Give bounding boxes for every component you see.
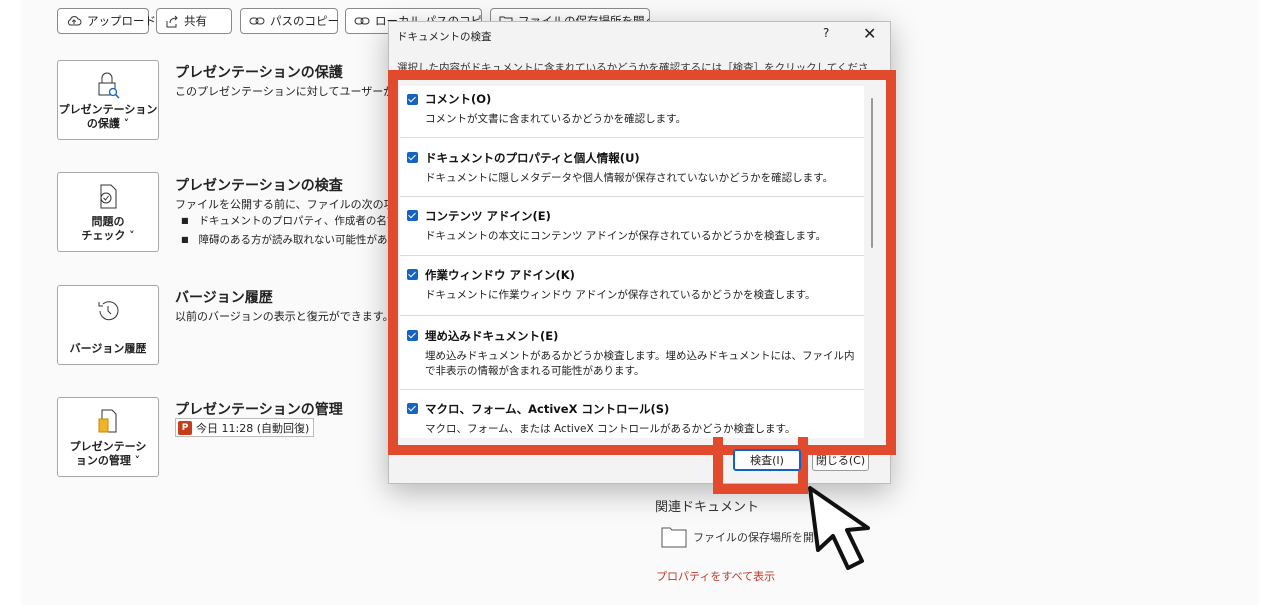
protect-presentation-button[interactable]: プレゼンテーション の保護 ˅	[57, 60, 159, 140]
share-icon	[166, 15, 178, 27]
list-scrollbar[interactable]	[871, 98, 873, 248]
protect-desc: このプレゼンテーションに対してユーザーが行える変更の種類を管理します。	[175, 85, 388, 98]
inspect-button[interactable]: 検査(I)	[733, 449, 801, 471]
list-item[interactable]: 作業ウィンドウ アドイン(K) ドキュメントに作業ウィンドウ アドインが保存され…	[400, 256, 864, 316]
upload-button[interactable]: アップロード	[57, 8, 156, 34]
list-item[interactable]: コンテンツ アドイン(E) ドキュメントの本文にコンテンツ アドインが保存されて…	[400, 197, 864, 256]
versions-desc: 以前のバージョンの表示と復元ができます。	[175, 310, 388, 323]
list-item[interactable]: ドキュメントのプロパティと個人情報(U) ドキュメントに隠しメタデータや個人情報…	[400, 138, 864, 197]
item-desc: ドキュメントに隠しメタデータや個人情報が保存されていないかどうかを確認します。	[425, 172, 834, 184]
close-icon[interactable]: ✕	[863, 24, 876, 43]
dialog-title: ドキュメントの検査	[397, 31, 492, 43]
inspect-bullet-2: 障碍のある方が読み取れない可能性がある内容	[181, 232, 388, 247]
item-desc: ドキュメントに作業ウィンドウ アドインが保存されているかどうかを検査します。	[425, 289, 816, 301]
close-dialog-button[interactable]: 閉じる(C)	[812, 449, 869, 471]
manage-presentation-label: プレゼンテーシ ョンの管理 ˅	[69, 440, 147, 467]
item-title: ドキュメントのプロパティと個人情報(U)	[425, 151, 640, 165]
manage-title: プレゼンテーションの管理	[175, 402, 343, 418]
version-history-label: バージョン履歴	[69, 342, 147, 355]
powerpoint-file-icon: P	[178, 420, 192, 435]
inspection-list[interactable]: コメント(O) コメントが文書に含まれているかどうかを確認します。 ドキュメント…	[400, 86, 864, 438]
help-button[interactable]: ?	[823, 26, 829, 40]
comments-checkbox[interactable]	[407, 94, 418, 105]
inspect-bullet-1: ドキュメントのプロパティ、作成者の名前	[181, 213, 388, 228]
protect-button-label: プレゼンテーション の保護 ˅	[58, 103, 158, 130]
share-button[interactable]: 共有	[156, 8, 232, 34]
link-icon	[354, 17, 370, 25]
list-item[interactable]: コメント(O) コメントが文書に含まれているかどうかを確認します。	[400, 86, 864, 138]
item-title: 埋め込みドキュメント(E)	[425, 329, 559, 343]
pointer-cursor-icon	[808, 486, 870, 570]
manage-presentation-button[interactable]: プレゼンテーシ ョンの管理 ˅	[57, 397, 159, 477]
dialog-intro: 選択した内容がドキュメントに含まれているかどうかを確認するには［検査］をクリック…	[397, 62, 867, 74]
properties-checkbox[interactable]	[407, 152, 418, 163]
item-desc: ドキュメントの本文にコンテンツ アドインが保存されているかどうかを検査します。	[425, 230, 826, 242]
upload-label: アップロード	[87, 14, 156, 28]
item-desc: マクロ、フォーム、または ActiveX コントロールがあるかどうか検査します。	[425, 423, 796, 435]
share-label: 共有	[184, 14, 207, 28]
document-manage-icon	[98, 409, 117, 433]
taskpane-addins-checkbox[interactable]	[407, 269, 418, 280]
list-item[interactable]: マクロ、フォーム、ActiveX コントロール(S) マクロ、フォーム、または …	[400, 390, 864, 438]
lock-search-icon	[98, 72, 120, 99]
check-issues-label: 問題の チェック ˅	[81, 215, 135, 242]
link-icon	[249, 17, 265, 25]
item-title: マクロ、フォーム、ActiveX コントロール(S)	[425, 402, 670, 416]
document-check-icon	[100, 184, 117, 209]
version-history-button[interactable]: バージョン履歴	[57, 285, 159, 365]
list-item[interactable]: 埋め込みドキュメント(E) 埋め込みドキュメントがあるかどうか検査します。埋め込…	[400, 316, 864, 390]
copy-path-label: パスのコピー	[270, 14, 339, 28]
cloud-upload-icon	[67, 16, 82, 26]
autosave-version-entry[interactable]: P 今日 11:28 (自動回復)	[175, 418, 315, 437]
embedded-docs-checkbox[interactable]	[407, 330, 418, 341]
versions-title: バージョン履歴	[175, 290, 273, 306]
copy-path-button[interactable]: パスのコピー	[240, 8, 339, 34]
show-all-properties-link[interactable]: プロパティをすべて表示	[656, 568, 775, 584]
protect-title: プレゼンテーションの保護	[175, 65, 343, 81]
item-title: コンテンツ アドイン(E)	[425, 209, 551, 223]
item-desc: コメントが文書に含まれているかどうかを確認します。	[425, 113, 687, 125]
item-title: コメント(O)	[425, 92, 492, 106]
check-issues-button[interactable]: 問題の チェック ˅	[57, 172, 159, 252]
folder-icon	[661, 527, 687, 548]
inspect-title: プレゼンテーションの検査	[175, 178, 343, 194]
content-addins-checkbox[interactable]	[407, 210, 418, 221]
item-title: 作業ウィンドウ アドイン(K)	[425, 268, 575, 282]
inspect-desc: ファイルを公開する前に、ファイルの次の項目を確認します。	[175, 198, 388, 211]
history-clock-icon	[98, 301, 119, 321]
related-documents-heading: 関連ドキュメント	[655, 500, 760, 515]
macros-checkbox[interactable]	[407, 403, 418, 414]
autosave-version-label: 今日 11:28 (自動回復)	[196, 421, 310, 435]
item-desc: 埋め込みドキュメントがあるかどうか検査します。埋め込みドキュメントには、ファイル…	[425, 350, 855, 377]
